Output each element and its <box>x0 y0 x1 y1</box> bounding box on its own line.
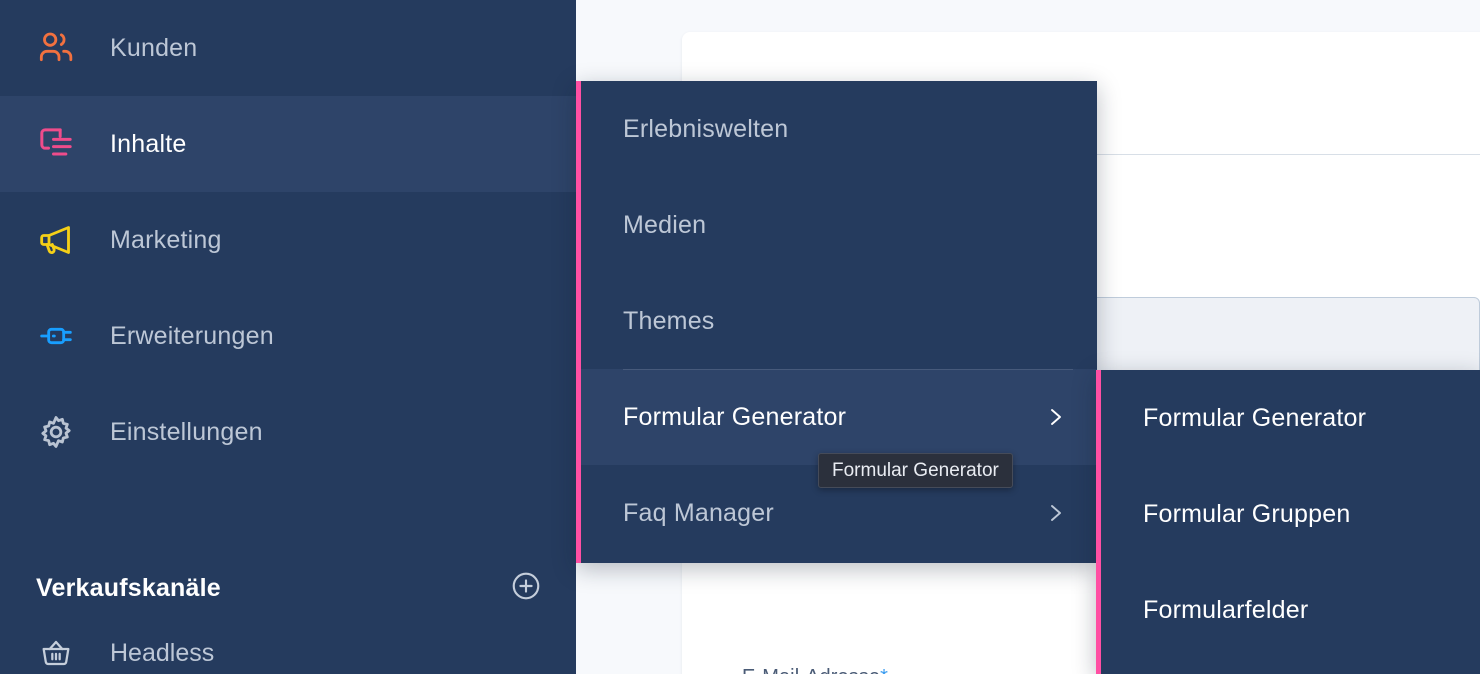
tooltip: Formular Generator <box>818 453 1013 488</box>
sidebar-item-marketing[interactable]: Marketing <box>0 192 576 288</box>
flyout-item-label: Faq Manager <box>623 498 774 527</box>
flyout-item-label: Themes <box>623 306 715 335</box>
flyout-item-erlebniswelten[interactable]: Erlebniswelten <box>581 81 1097 177</box>
main-sidebar: Kunden Inhalte Marketing Erweiterungen E… <box>0 0 576 674</box>
email-field-label: E-Mail-Adresse* <box>742 666 888 674</box>
sidebar-item-inhalte[interactable]: Inhalte <box>0 96 576 192</box>
sidebar-item-einstellungen[interactable]: Einstellungen <box>0 384 576 480</box>
submenu-item-label: Formularfelder <box>1143 595 1309 624</box>
submenu-item-label: Formular Gruppen <box>1143 499 1351 528</box>
content-icon <box>30 118 82 170</box>
flyout-item-medien[interactable]: Medien <box>581 177 1097 273</box>
channel-label: Headless <box>110 638 215 667</box>
plugin-icon <box>30 310 82 362</box>
sidebar-item-label: Einstellungen <box>110 417 263 446</box>
flyout-item-formular-generator[interactable]: Formular Generator <box>581 369 1097 465</box>
basket-icon <box>30 627 82 674</box>
app-root: E-Mail-Adresse* Kunden <box>0 0 1480 674</box>
submenu-formular-generator: Formular Generator Formular Gruppen Form… <box>1096 370 1480 674</box>
flyout-item-label: Medien <box>623 210 707 239</box>
chevron-right-icon <box>1049 501 1063 525</box>
submenu-item-label: Formular Generator <box>1143 403 1367 432</box>
sales-channels-section-header: Verkaufskanäle <box>0 558 576 618</box>
submenu-item-formular-gruppen[interactable]: Formular Gruppen <box>1101 466 1480 562</box>
tooltip-text: Formular Generator <box>832 459 999 481</box>
submenu-item-formularfelder[interactable]: Formularfelder <box>1101 562 1480 658</box>
gear-icon <box>30 406 82 458</box>
flyout-item-label: Erlebniswelten <box>623 114 789 143</box>
flyout-item-themes[interactable]: Themes <box>581 273 1097 369</box>
megaphone-icon <box>30 214 82 266</box>
required-asterisk: * <box>880 666 888 674</box>
section-title: Verkaufskanäle <box>36 573 221 602</box>
sidebar-item-label: Inhalte <box>110 129 187 158</box>
sidebar-item-headless[interactable]: Headless <box>0 618 576 674</box>
sidebar-item-label: Marketing <box>110 225 222 254</box>
chevron-right-icon <box>1049 405 1063 429</box>
email-label-text: E-Mail-Adresse <box>742 666 880 674</box>
sidebar-item-erweiterungen[interactable]: Erweiterungen <box>0 288 576 384</box>
add-sales-channel-button[interactable] <box>510 570 542 607</box>
flyout-item-label: Formular Generator <box>623 402 847 431</box>
sidebar-item-kunden[interactable]: Kunden <box>0 0 576 96</box>
flyout-menu-inhalte: Erlebniswelten Medien Themes Formular Ge… <box>576 81 1097 563</box>
sidebar-item-label: Erweiterungen <box>110 321 274 350</box>
users-icon <box>30 22 82 74</box>
submenu-item-formular-generator[interactable]: Formular Generator <box>1101 370 1480 466</box>
sidebar-item-label: Kunden <box>110 33 198 62</box>
